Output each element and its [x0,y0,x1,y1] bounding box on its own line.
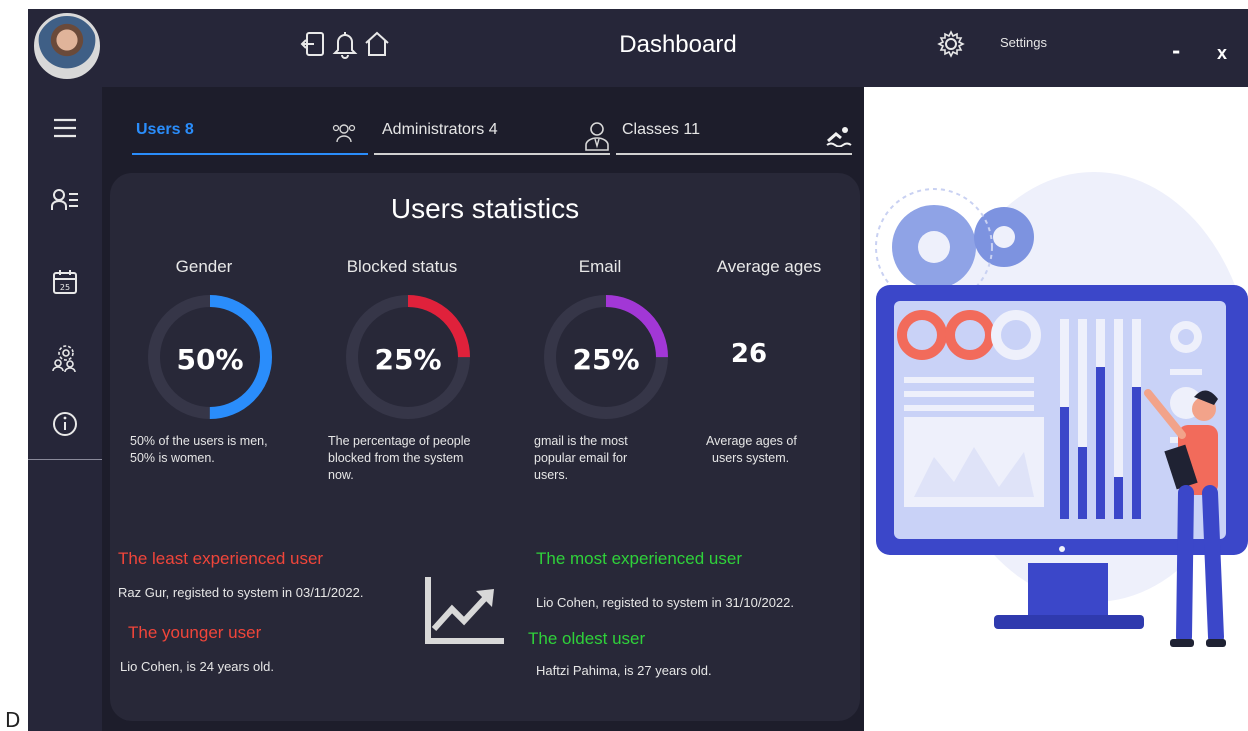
least-experienced-text: Raz Gur, registed to system in 03/11/202… [118,585,364,600]
close-button[interactable]: x [1217,43,1227,64]
menu-icon[interactable] [48,111,82,145]
tab-classes-label: Classes 11 [622,121,700,138]
stat-average-ages-label: Average ages [716,257,822,276]
stat-gender-label: Gender [175,257,233,276]
main-panel: Users 8 Administrators 4 Classes 11 User… [102,87,864,731]
statistics-card: Users statistics Gender 50% 50% of the u… [110,173,860,721]
edge-letter: D [5,708,21,731]
administrator-icon [585,122,609,151]
stat-blocked-label: Blocked status [346,257,458,276]
stat-blocked-description: The percentage of people blocked from th… [328,434,471,482]
minimize-button[interactable]: - [1172,39,1180,63]
tab-users[interactable]: Users 8 [132,121,368,155]
group-settings-icon[interactable] [48,341,82,375]
tab-administrators[interactable]: Administrators 4 [374,121,610,155]
monitor-stand [1028,563,1108,623]
statistics-title: Users statistics [390,193,580,224]
stat-gender-value: 50% [176,343,244,376]
app-window: D Dashboard Settings - x 25 Users 8 Admi… [0,0,1248,731]
sidebar-divider [28,459,102,460]
title-bar: Dashboard Settings - x [28,9,1248,87]
tab-administrators-underline [374,153,610,155]
calendar-icon[interactable]: 25 [48,265,82,299]
users-group-icon [332,124,356,143]
tab-classes-underline [616,153,852,155]
calendar-day: 25 [60,283,70,292]
oldest-user-text: Haftzi Pahima, is 27 years old. [536,663,712,678]
monitor-base [994,615,1144,629]
avatar[interactable] [34,13,100,79]
tab-classes[interactable]: Classes 11 [616,121,852,155]
stat-email-label: Email [578,257,622,276]
oldest-user-title: The oldest user [528,629,646,648]
stat-average-ages-value: 26 [730,339,768,369]
settings-link[interactable]: Settings [1000,35,1047,50]
info-icon[interactable] [48,407,82,441]
younger-user-text: Lio Cohen, is 24 years old. [120,659,274,674]
home-icon[interactable] [362,27,392,61]
sidebar: 25 [28,87,102,731]
tab-administrators-label: Administrators 4 [382,121,498,138]
gear-large-icon [892,205,976,289]
stat-average-ages-description: Average ages of users system. [706,434,797,465]
logout-icon[interactable] [298,27,328,61]
bell-icon[interactable] [330,27,360,61]
stat-blocked-value: 25% [374,343,442,376]
tab-users-label: Users 8 [136,121,194,138]
tab-users-underline [132,153,368,155]
users-list-icon[interactable] [48,183,82,217]
stat-gender-description: 50% of the users is men, 50% is women. [130,434,268,465]
younger-user-title: The younger user [128,623,262,642]
stat-email-value: 25% [572,343,640,376]
most-experienced-title: The most experienced user [536,549,742,568]
most-experienced-text: Lio Cohen, registed to system in 31/10/2… [536,595,794,610]
trend-up-icon [425,577,504,644]
page-title: Dashboard [619,31,737,58]
dashboard-illustration [875,172,1248,647]
gear-icon[interactable] [936,29,966,59]
least-experienced-title: The least experienced user [118,549,324,568]
stat-email-description: gmail is the most popular email for user… [534,434,628,482]
swimmer-icon [826,127,852,147]
